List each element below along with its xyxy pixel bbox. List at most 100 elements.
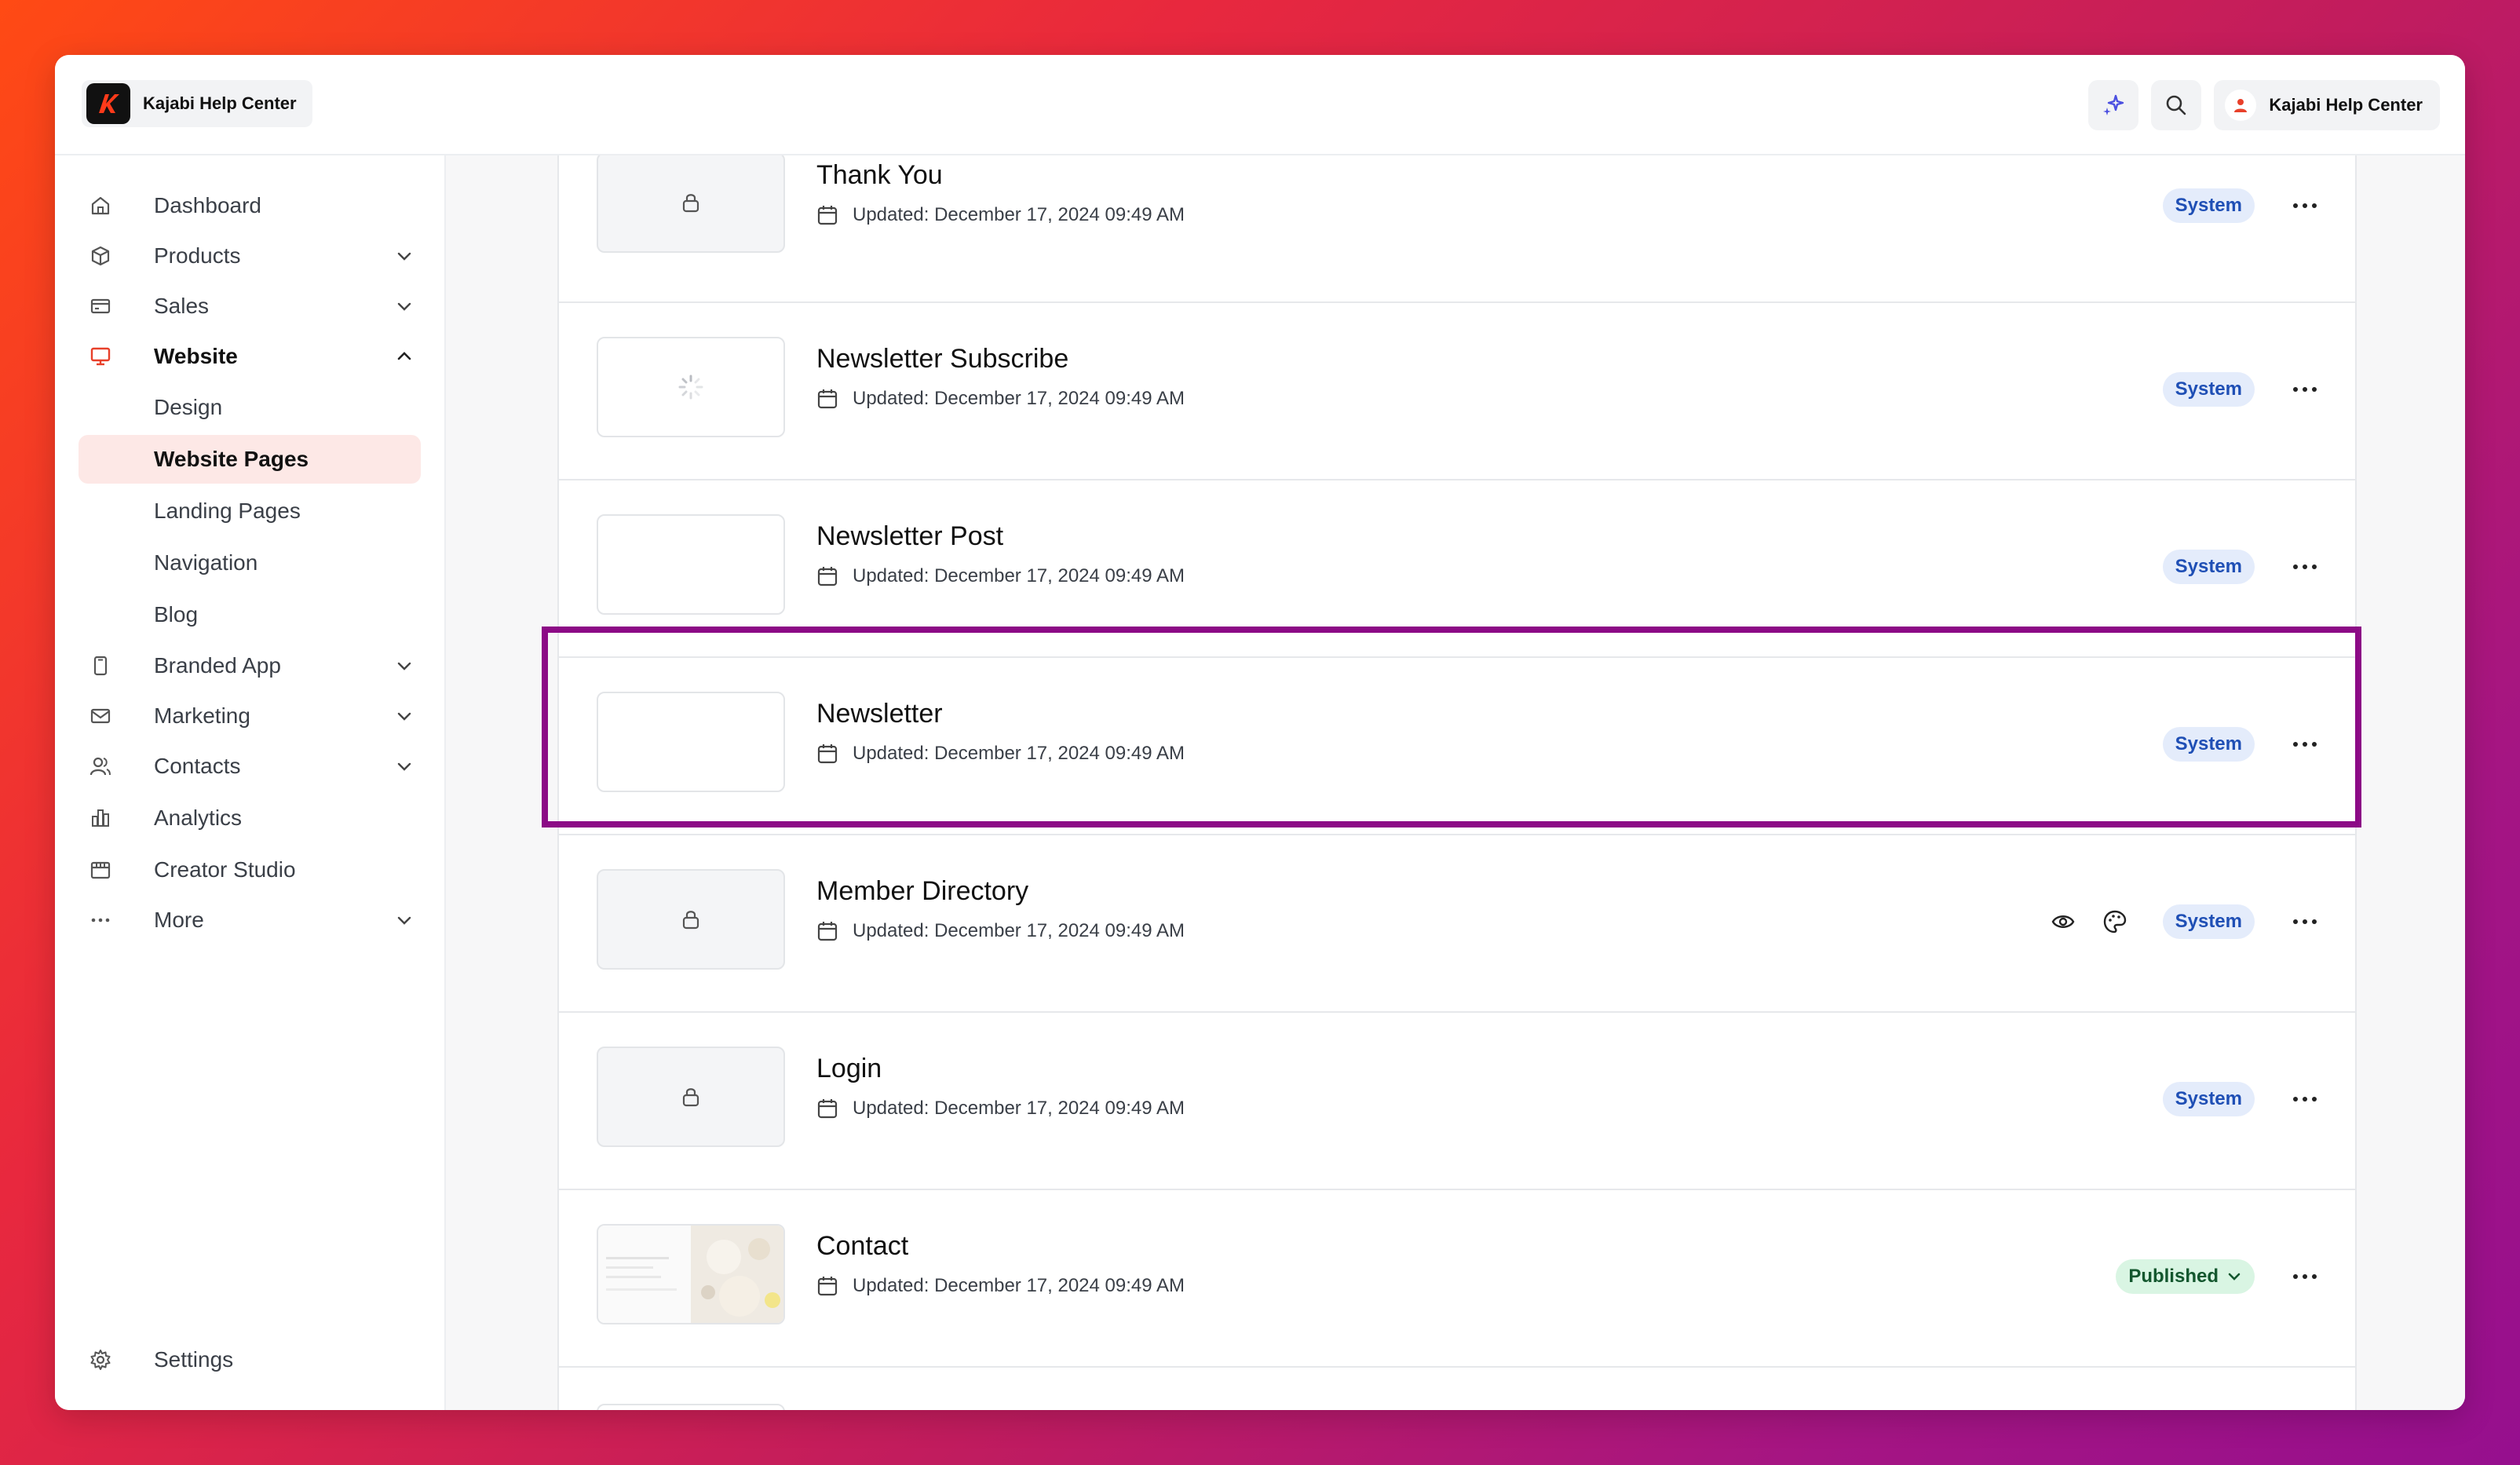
sidebar-item-label: More (154, 908, 204, 932)
page-row-login[interactable]: Login Updated: December 17, 2024 09:49 A… (559, 1013, 2355, 1190)
sidebar-subitem-navigation[interactable]: Navigation (79, 539, 421, 587)
home-icon (91, 196, 110, 215)
account-name: Kajabi Help Center (2269, 95, 2423, 115)
chevron-down-icon (397, 712, 411, 721)
page-row-contact[interactable]: Contact Updated: December 17, 2024 09:49… (559, 1190, 2355, 1368)
sidebar-item-creator-studio[interactable]: Creator Studio (79, 848, 421, 892)
page-updated-text: Updated: December 17, 2024 09:49 AM (853, 1275, 1185, 1296)
page-title[interactable]: Newsletter Post (816, 521, 1003, 552)
page-row-newsletter-subscribe[interactable]: Newsletter Subscribe Updated: December 1… (559, 303, 2355, 480)
status-badge: System (2162, 904, 2255, 939)
page-row-member-directory[interactable]: Member Directory Updated: December 17, 2… (559, 835, 2355, 1013)
page-updated-text: Updated: December 17, 2024 09:49 AM (853, 565, 1185, 586)
chevron-down-icon (397, 302, 411, 311)
sidebar-subitem-website-pages[interactable]: Website Pages (79, 435, 421, 484)
page-row-thank-you[interactable]: Thank You Updated: December 17, 2024 09:… (559, 155, 2355, 303)
sidebar-item-label: Analytics (154, 806, 243, 830)
sidebar-item-label: Contacts (154, 754, 241, 778)
loading-spinner-icon (678, 374, 703, 400)
top-actions: Kajabi Help Center (2088, 80, 2440, 130)
chevron-down-icon (397, 252, 411, 261)
sidebar-subitem-design[interactable]: Design (79, 383, 421, 432)
page-updated: Updated: December 17, 2024 09:49 AM (816, 917, 1185, 945)
status-badge: System (2162, 1082, 2255, 1116)
calendar-icon (90, 861, 111, 879)
sidebar-item-sales[interactable]: Sales (79, 284, 421, 328)
row-more-button[interactable] (2289, 554, 2321, 579)
page-thumbnail (597, 869, 785, 970)
status-badge: System (2162, 188, 2255, 223)
calendar-icon (817, 1099, 838, 1119)
page-thumbnail (597, 1404, 785, 1410)
page-title[interactable]: Contact (816, 1231, 908, 1262)
sidebar-item-more[interactable]: More (79, 898, 421, 942)
account-menu[interactable]: Kajabi Help Center (2214, 80, 2440, 130)
page-thumbnail (597, 514, 785, 615)
row-more-button[interactable] (2289, 193, 2321, 218)
row-more-button[interactable] (2289, 909, 2321, 934)
sidebar-subitem-label: Landing Pages (154, 499, 301, 523)
sidebar-item-products[interactable]: Products (79, 234, 421, 278)
sidebar-item-marketing[interactable]: Marketing (79, 694, 421, 738)
brand-name: Kajabi Help Center (143, 93, 297, 113)
page-updated: Updated: December 17, 2024 09:49 AM (816, 562, 1185, 590)
sidebar-item-website[interactable]: Website (79, 334, 421, 378)
phone-icon (93, 656, 108, 676)
page-title[interactable]: Thank You (816, 160, 943, 191)
sparkle-icon (2103, 94, 2124, 115)
sidebar-subitem-label: Design (154, 395, 223, 419)
sidebar-item-dashboard[interactable]: Dashboard (79, 184, 421, 228)
ellipsis-icon (2293, 919, 2317, 924)
page-thumbnail (597, 155, 785, 253)
page-title[interactable]: Member Directory (816, 876, 1028, 907)
sidebar-subitem-landing-pages[interactable]: Landing Pages (79, 487, 421, 535)
status-badge-label: System (2175, 556, 2242, 577)
status-badge: System (2162, 550, 2255, 584)
status-badge-label: System (2175, 378, 2242, 400)
ellipsis-icon (2293, 1097, 2317, 1101)
page-updated-text: Updated: December 17, 2024 09:49 AM (853, 1098, 1185, 1119)
avatar (2225, 90, 2257, 121)
page-title[interactable]: Newsletter Subscribe (816, 344, 1068, 374)
sidebar-item-contacts[interactable]: Contacts (79, 744, 421, 788)
sidebar-item-settings[interactable]: Settings (79, 1338, 421, 1382)
status-badge: System (2162, 372, 2255, 407)
sidebar-subitem-label: Navigation (154, 550, 258, 575)
brand-switcher[interactable]: Kajabi Help Center (82, 80, 312, 127)
sidebar-item-label: Dashboard (154, 193, 261, 217)
ellipsis-icon (2293, 203, 2317, 208)
sidebar-item-label: Branded App (154, 653, 281, 678)
status-dropdown[interactable]: Published (2116, 1259, 2255, 1294)
search-button[interactable] (2151, 80, 2202, 130)
row-more-button[interactable] (2289, 1087, 2321, 1112)
ai-assistant-button[interactable] (2088, 80, 2139, 130)
palette-icon[interactable] (2102, 909, 2127, 934)
highlight-box (542, 627, 2361, 827)
chevron-down-icon (397, 916, 411, 925)
mail-icon (90, 708, 111, 724)
kajabi-logo-icon (86, 83, 130, 124)
page-row-partial[interactable] (559, 1368, 2355, 1410)
row-more-button[interactable] (2289, 377, 2321, 402)
page-thumbnail (597, 1047, 785, 1147)
sidebar-item-branded-app[interactable]: Branded App (79, 644, 421, 688)
page-updated: Updated: December 17, 2024 09:49 AM (816, 385, 1185, 413)
row-more-button[interactable] (2289, 1264, 2321, 1289)
calendar-icon (817, 922, 838, 941)
bar-chart-icon (92, 809, 109, 827)
search-icon (2167, 95, 2186, 115)
page-title[interactable]: Login (816, 1054, 882, 1084)
chevron-down-icon (2228, 1273, 2241, 1281)
sidebar: Dashboard Products Sales Website Design … (55, 155, 446, 1410)
lock-icon (682, 194, 699, 213)
status-badge-label: System (2175, 1088, 2242, 1109)
sidebar-subitem-blog[interactable]: Blog (79, 590, 421, 639)
eye-icon[interactable] (2051, 909, 2076, 934)
page-updated-text: Updated: December 17, 2024 09:49 AM (853, 388, 1185, 409)
sidebar-item-analytics[interactable]: Analytics (79, 796, 421, 840)
page-updated: Updated: December 17, 2024 09:49 AM (816, 1272, 1185, 1300)
row-quick-actions (2051, 909, 2127, 934)
chevron-down-icon (397, 762, 411, 771)
page-preview-image (598, 1226, 783, 1323)
lock-icon (682, 911, 699, 930)
